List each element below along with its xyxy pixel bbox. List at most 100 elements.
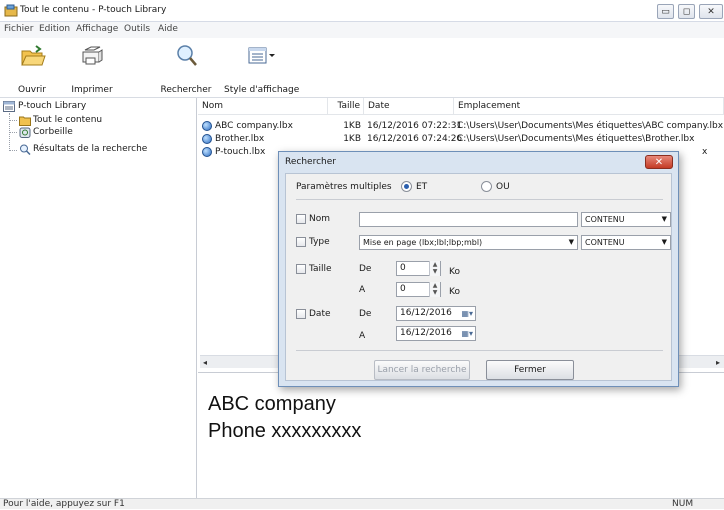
dropdown-arrow-icon: ▼ — [661, 238, 667, 246]
size-to-spinner[interactable]: ▲ ▼ — [429, 282, 440, 297]
calendar-icon[interactable]: ▦▾ — [461, 307, 473, 320]
tree-connector — [9, 132, 17, 133]
dialog-title: Rechercher — [285, 157, 336, 167]
view-style-label: Style d'affichage — [224, 85, 300, 95]
column-date[interactable]: Date — [364, 98, 454, 114]
menu-fichier[interactable]: Fichier — [4, 24, 33, 34]
file-size: 1KB — [343, 134, 361, 144]
params-label: Paramètres multiples — [296, 182, 392, 192]
name-mode-select[interactable]: CONTENU ▼ — [581, 212, 671, 227]
dropdown-arrow-icon: ▼ — [568, 238, 574, 246]
maximize-icon: ◻ — [682, 7, 691, 17]
dropdown-arrow-icon: ▼ — [661, 215, 667, 223]
column-size[interactable]: Taille — [328, 98, 364, 114]
tree-connector — [9, 150, 17, 151]
or-radio[interactable] — [481, 181, 492, 192]
open-folder-icon — [21, 45, 46, 66]
tree-connector — [9, 120, 17, 121]
size-checkbox[interactable] — [296, 264, 306, 274]
date-from-picker[interactable]: 16/12/2016 ▦▾ — [396, 306, 476, 321]
tree-item-label: Tout le contenu — [33, 115, 103, 125]
type-checkbox[interactable] — [296, 237, 306, 247]
close-button[interactable]: ✕ — [699, 4, 723, 19]
close-icon: ✕ — [707, 7, 715, 17]
type-mode-select[interactable]: CONTENU ▼ — [581, 235, 671, 250]
or-label: OU — [496, 182, 510, 192]
menu-aide[interactable]: Aide — [158, 24, 178, 34]
tree-item-label: Résultats de la recherche — [33, 144, 148, 154]
size-from-label: De — [359, 264, 372, 274]
size-label: Taille — [309, 264, 332, 274]
window-title: Tout le contenu - P-touch Library — [20, 5, 167, 15]
name-mode-value: CONTENU — [585, 215, 625, 224]
name-checkbox[interactable] — [296, 214, 306, 224]
dialog-body: Paramètres multiples ET OU Nom CONTENU ▼… — [285, 173, 672, 381]
file-name: Brother.lbx — [215, 134, 265, 144]
lbx-file-icon — [202, 121, 212, 131]
file-date: 16/12/2016 07:22:31 — [367, 121, 463, 131]
menu-outils[interactable]: Outils — [124, 24, 150, 34]
print-icon — [82, 46, 103, 65]
size-to-label: A — [359, 285, 366, 295]
size-from-input[interactable]: 0 ▲ ▼ — [396, 261, 441, 276]
column-location[interactable]: Emplacement — [454, 98, 724, 114]
close-dialog-button[interactable]: Fermer — [486, 360, 574, 380]
search-dialog: Rechercher ✕ Paramètres multiples ET OU … — [278, 151, 679, 387]
lbx-file-icon — [202, 147, 212, 157]
title-bar: Tout le contenu - P-touch Library ▭ ◻ ✕ — [0, 0, 724, 22]
name-label: Nom — [309, 214, 331, 224]
status-help-text: Pour l'aide, appuyez sur F1 — [3, 499, 125, 509]
trash-icon — [19, 127, 31, 138]
file-name: ABC company.lbx — [215, 121, 293, 131]
date-to-label: A — [359, 331, 366, 341]
search-button[interactable]: Rechercher — [160, 40, 212, 96]
menu-edition[interactable]: Edition — [39, 24, 70, 34]
date-from-value: 16/12/2016 — [400, 308, 452, 318]
calendar-icon[interactable]: ▦▾ — [461, 327, 473, 340]
date-from-label: De — [359, 309, 372, 319]
tree-item-label: Corbeille — [33, 127, 73, 137]
scroll-left-icon[interactable]: ◂ — [203, 358, 207, 367]
size-to-input[interactable]: 0 ▲ ▼ — [396, 282, 441, 297]
status-bar: Pour l'aide, appuyez sur F1 NUM — [0, 498, 724, 509]
print-label: Imprimer — [71, 85, 113, 95]
date-to-picker[interactable]: 16/12/2016 ▦▾ — [396, 326, 476, 341]
type-select[interactable]: Mise en page (lbx;lbl;lbp;mbl) ▼ — [359, 235, 578, 250]
view-style-button[interactable]: Style d'affichage — [224, 40, 300, 96]
lbx-file-icon — [202, 134, 212, 144]
app-icon — [4, 4, 18, 17]
date-checkbox[interactable] — [296, 309, 306, 319]
toolbar: Ouvrir Imprimer Rechercher Style d'affic… — [0, 38, 724, 98]
print-button[interactable]: Imprimer — [62, 40, 122, 96]
status-num: NUM — [672, 499, 694, 509]
open-button[interactable]: Ouvrir — [12, 40, 52, 96]
type-label: Type — [309, 237, 330, 247]
dialog-close-button[interactable]: ✕ — [645, 155, 673, 169]
menu-affichage[interactable]: Affichage — [76, 24, 118, 34]
type-mode-value: CONTENU — [585, 238, 625, 247]
and-radio[interactable] — [401, 181, 412, 192]
name-input[interactable] — [359, 212, 578, 227]
file-row[interactable]: Brother.lbx 1KB 16/12/2016 07:24:26 C:\U… — [198, 133, 724, 145]
date-to-value: 16/12/2016 — [400, 328, 452, 338]
size-from-spinner[interactable]: ▲ ▼ — [429, 261, 440, 276]
minimize-icon: ▭ — [661, 7, 670, 17]
minimize-button[interactable]: ▭ — [657, 4, 674, 19]
file-name: P-touch.lbx — [215, 147, 266, 157]
view-style-icon — [248, 47, 275, 64]
file-row[interactable]: ABC company.lbx 1KB 16/12/2016 07:22:31 … — [198, 120, 724, 132]
file-date: 16/12/2016 07:24:26 — [367, 134, 463, 144]
size-from-unit: Ko — [449, 267, 460, 277]
scroll-right-icon[interactable]: ▸ — [716, 358, 720, 367]
maximize-button[interactable]: ◻ — [678, 4, 695, 19]
preview-line-2: Phone xxxxxxxxx — [208, 420, 362, 442]
search-results-icon — [20, 144, 31, 155]
start-search-button[interactable]: Lancer la recherche — [374, 360, 470, 380]
divider — [296, 350, 663, 351]
column-name[interactable]: Nom — [198, 98, 328, 114]
size-to-unit: Ko — [449, 287, 460, 297]
search-label: Rechercher — [160, 85, 212, 95]
date-label: Date — [309, 309, 331, 319]
library-tree: P-touch Library Tout le contenu Corbeill… — [0, 98, 197, 498]
file-list-header: Nom Taille Date Emplacement — [198, 98, 724, 115]
